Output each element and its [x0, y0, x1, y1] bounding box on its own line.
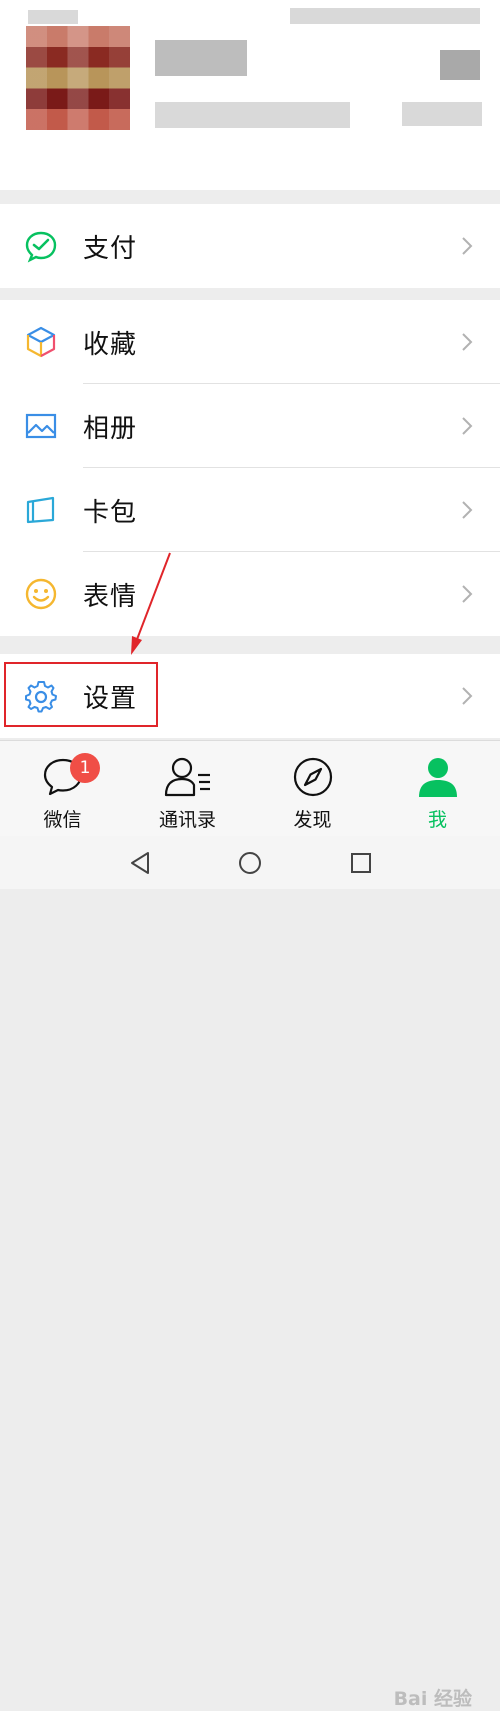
profile-arrow-placeholder — [402, 102, 482, 126]
tab-contacts[interactable]: 通讯录 — [125, 741, 250, 837]
home-icon[interactable] — [237, 850, 263, 876]
album-label: 相册 — [83, 413, 138, 444]
status-bar-placeholder — [290, 8, 480, 24]
menu-item-pay[interactable]: 支付 — [0, 204, 500, 288]
pay-label: 支付 — [83, 233, 138, 264]
favorites-label: 收藏 — [83, 329, 138, 360]
tab-me[interactable]: 我 — [375, 741, 500, 837]
wechat-id-placeholder — [155, 102, 350, 128]
smiley-icon — [25, 578, 57, 610]
status-bar-placeholder — [28, 10, 78, 24]
chevron-right-icon — [462, 237, 473, 255]
chevron-right-icon — [462, 333, 473, 351]
unread-badge: 1 — [70, 753, 100, 783]
tab-bar: 1 微信 通讯录 发现 我 — [0, 740, 500, 837]
tab-discover[interactable]: 发现 — [250, 741, 375, 837]
qr-code-icon[interactable] — [440, 50, 480, 80]
compass-icon — [293, 757, 332, 797]
pay-group: 支付 — [0, 204, 500, 288]
recents-icon[interactable] — [349, 851, 373, 875]
watermark: Bai 经验 — [393, 1688, 472, 1710]
annotation-highlight-box — [4, 662, 158, 727]
menu-item-favorites[interactable]: 收藏 — [0, 300, 500, 384]
pay-icon — [25, 231, 57, 263]
tab-me-label: 我 — [427, 809, 447, 831]
menu-item-stickers[interactable]: 表情 — [0, 552, 500, 636]
system-nav-bar: Bai 经验 — [0, 836, 500, 1710]
image-icon — [25, 413, 57, 439]
contacts-icon — [164, 757, 210, 797]
stickers-label: 表情 — [83, 581, 138, 612]
chevron-right-icon — [462, 417, 473, 435]
cards-label: 卡包 — [83, 497, 138, 528]
avatar[interactable] — [26, 26, 130, 130]
chevron-right-icon — [462, 585, 473, 603]
nickname-placeholder — [155, 40, 247, 76]
cube-icon — [26, 326, 56, 358]
chevron-right-icon — [462, 501, 473, 519]
menu-item-cards[interactable]: 卡包 — [0, 468, 500, 552]
tab-chats-label: 微信 — [43, 809, 82, 831]
tab-discover-label: 发现 — [293, 809, 332, 831]
tab-contacts-label: 通讯录 — [158, 809, 216, 831]
menu-item-album[interactable]: 相册 — [0, 384, 500, 468]
back-icon[interactable] — [128, 850, 152, 876]
tools-group: 收藏 相册 卡包 表情 — [0, 300, 500, 636]
card-wallet-icon — [26, 496, 55, 524]
profile-header[interactable] — [0, 0, 500, 190]
chevron-right-icon — [462, 687, 473, 705]
person-icon — [418, 758, 457, 797]
tab-chats[interactable]: 1 微信 — [0, 741, 125, 837]
